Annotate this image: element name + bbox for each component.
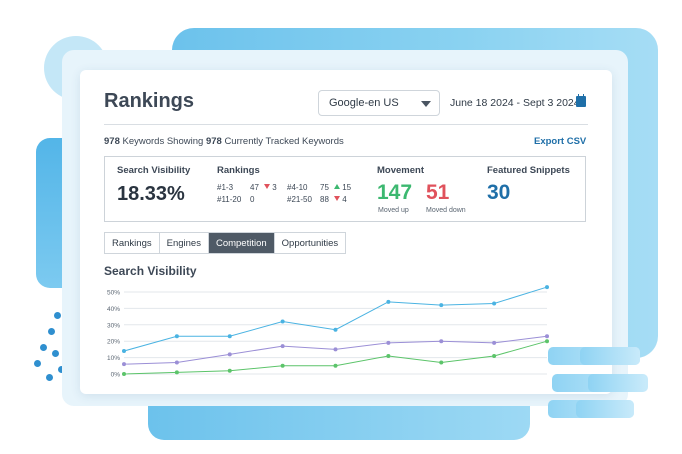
- moved-down-label: Moved down: [426, 207, 466, 214]
- ranking-range: #1-3: [217, 183, 234, 192]
- data-point[interactable]: [280, 344, 285, 349]
- data-point[interactable]: [174, 334, 179, 339]
- y-tick-label: 0%: [111, 372, 121, 379]
- page-title: Rankings: [104, 90, 195, 112]
- data-point[interactable]: [280, 319, 285, 324]
- moved-down-value: 51: [426, 181, 450, 204]
- decorative-dot: [46, 374, 53, 381]
- decorative-pill: [588, 374, 646, 392]
- data-point[interactable]: [122, 349, 126, 354]
- data-point[interactable]: [227, 368, 232, 373]
- data-point[interactable]: [174, 360, 179, 365]
- featured-snippets-label: Featured Snippets: [487, 165, 570, 176]
- tracked-text: Currently Tracked Keywords: [224, 136, 344, 147]
- ranking-change: 3: [270, 183, 277, 192]
- ranking-change: 4: [340, 195, 347, 204]
- ranking-row: #11-20 0: [217, 195, 264, 204]
- data-point[interactable]: [122, 362, 126, 367]
- calendar-icon[interactable]: [576, 94, 586, 107]
- data-point[interactable]: [386, 299, 391, 304]
- data-point[interactable]: [386, 340, 391, 345]
- ranking-value: 47: [250, 183, 259, 192]
- moved-up-label: Moved up: [378, 207, 409, 214]
- y-tick-label: 50%: [107, 290, 120, 297]
- divider: [104, 124, 588, 125]
- ranking-range: #21-50: [287, 195, 312, 204]
- tab-bar: Rankings Engines Competition Opportunities: [104, 232, 347, 254]
- decorative-dot: [40, 344, 47, 351]
- ranking-range: #11-20: [217, 195, 242, 204]
- rankings-card: Rankings Google-en US June 18 2024 - Sep…: [80, 70, 612, 394]
- ranking-value: 88: [320, 195, 329, 204]
- keywords-showing-text: Keywords Showing: [122, 136, 204, 147]
- keywords-summary: 978 Keywords Showing 978 Currently Track…: [104, 136, 344, 147]
- data-point[interactable]: [439, 339, 444, 344]
- data-point[interactable]: [227, 334, 232, 339]
- decorative-pill: [580, 347, 640, 365]
- decorative-pill: [576, 400, 634, 418]
- search-visibility-label: Search Visibility: [117, 165, 191, 176]
- data-point[interactable]: [333, 347, 338, 352]
- y-tick-label: 10%: [107, 355, 120, 362]
- chevron-down-icon: [421, 101, 431, 107]
- y-tick-label: 40%: [107, 306, 120, 313]
- tab-competition[interactable]: Competition: [208, 233, 275, 253]
- decorative-dot: [48, 328, 55, 335]
- tab-rankings[interactable]: Rankings: [105, 233, 160, 253]
- data-point[interactable]: [227, 352, 232, 357]
- data-point[interactable]: [439, 303, 444, 308]
- ranking-value: 0: [250, 195, 255, 204]
- data-point[interactable]: [333, 327, 338, 332]
- data-point[interactable]: [333, 363, 338, 368]
- data-point[interactable]: [545, 334, 549, 339]
- data-point[interactable]: [280, 363, 285, 368]
- data-point[interactable]: [439, 360, 444, 365]
- search-visibility-value: 18.33%: [117, 183, 185, 205]
- ranking-change: 15: [340, 183, 352, 192]
- data-point[interactable]: [492, 353, 497, 358]
- ranking-row: #21-50 88 4: [287, 195, 347, 204]
- ranking-value: 75: [320, 183, 329, 192]
- ranking-row: #4-10 75 15: [287, 183, 351, 192]
- y-tick-label: 30%: [107, 322, 120, 329]
- date-range[interactable]: June 18 2024 - Sept 3 2024: [450, 97, 580, 109]
- movement-label: Movement: [377, 165, 424, 176]
- data-point[interactable]: [545, 285, 549, 290]
- data-point[interactable]: [174, 370, 179, 375]
- data-point[interactable]: [492, 301, 497, 306]
- data-point[interactable]: [492, 340, 497, 345]
- ranking-row: #1-3 47 3: [217, 183, 277, 192]
- tab-engines[interactable]: Engines: [160, 233, 209, 253]
- ranking-range: #4-10: [287, 183, 308, 192]
- section-title: Search Visibility: [104, 264, 197, 278]
- decorative-dot: [34, 360, 41, 367]
- engine-select[interactable]: Google-en US: [318, 90, 440, 116]
- data-point[interactable]: [122, 372, 126, 376]
- tab-opportunities[interactable]: Opportunities: [275, 233, 346, 253]
- tracked-count: 978: [205, 136, 222, 147]
- data-point[interactable]: [386, 353, 391, 358]
- rankings-label: Rankings: [217, 165, 260, 176]
- decorative-dot: [52, 350, 59, 357]
- keywords-showing-count: 978: [104, 136, 120, 147]
- search-visibility-chart: 50% 40% 30% 20% 10% 0%: [107, 285, 549, 379]
- export-csv-link[interactable]: Export CSV: [534, 136, 586, 147]
- moved-up-value: 147: [377, 181, 413, 204]
- engine-select-value: Google-en US: [329, 97, 399, 109]
- y-tick-label: 20%: [107, 339, 120, 346]
- featured-snippets-value: 30: [487, 181, 511, 204]
- decorative-dot: [54, 312, 61, 319]
- data-point[interactable]: [545, 339, 549, 344]
- stats-panel: Search Visibility 18.33% Rankings #1-3 47…: [104, 156, 586, 222]
